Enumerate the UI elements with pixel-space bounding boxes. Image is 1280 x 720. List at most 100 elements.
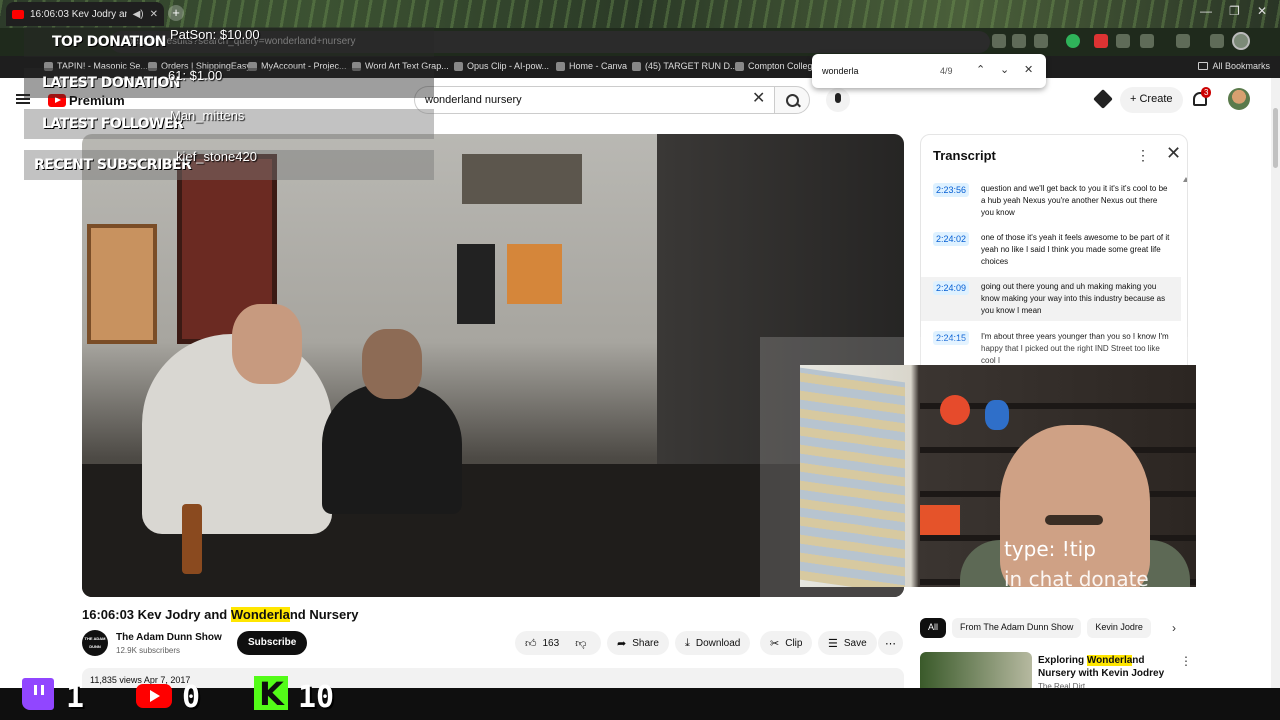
download-icon: ⤓ bbox=[685, 636, 690, 649]
clear-search-icon[interactable]: ✕ bbox=[752, 91, 765, 107]
page-scrollbar[interactable] bbox=[1271, 78, 1280, 688]
related-video-title[interactable]: Exploring Wonderland Nursery with Kevin … bbox=[1038, 654, 1178, 680]
youtube-viewer-count: 0 bbox=[182, 680, 201, 715]
premium-icon[interactable] bbox=[1093, 89, 1113, 109]
segment-timestamp[interactable]: 2:24:02 bbox=[933, 232, 970, 246]
extension-green-icon[interactable] bbox=[1066, 34, 1080, 48]
extension-icon[interactable] bbox=[1116, 34, 1130, 48]
download-button[interactable]: ⤓ Download bbox=[675, 631, 751, 655]
like-dislike-group: 👍︎ 163 👎︎ bbox=[515, 631, 601, 655]
chip-related[interactable]: Kevin Jodre bbox=[1087, 618, 1151, 638]
kick-viewer-count: 10 bbox=[298, 680, 335, 715]
title-part: nd Nursery bbox=[289, 607, 359, 622]
title-part: Exploring bbox=[1038, 655, 1087, 666]
video-scene-head bbox=[232, 304, 302, 384]
more-options-icon[interactable]: ⋮ bbox=[1180, 654, 1192, 668]
clip-button[interactable]: ✂ Clip bbox=[760, 631, 813, 655]
segment-timestamp[interactable]: 2:23:56 bbox=[933, 183, 970, 197]
window-close-icon[interactable]: ✕ bbox=[1257, 4, 1267, 18]
bookmark-favicon-icon bbox=[556, 61, 565, 71]
bookmark-item[interactable]: Compton College bbox=[735, 61, 818, 71]
chip-from-channel[interactable]: From The Adam Dunn Show bbox=[952, 618, 1082, 638]
bookmark-item[interactable]: (45) TARGET RUN D... bbox=[632, 61, 738, 71]
scrollbar-thumb[interactable] bbox=[1273, 108, 1278, 168]
subscribe-button[interactable]: Subscribe bbox=[237, 631, 308, 655]
video-scene-poster bbox=[87, 224, 157, 344]
recent-subscriber-value: kief_stone420 bbox=[176, 149, 257, 164]
user-avatar[interactable] bbox=[1228, 88, 1250, 110]
chevron-right-icon[interactable]: › bbox=[1172, 621, 1176, 635]
cast-icon[interactable] bbox=[992, 34, 1006, 48]
search-button[interactable] bbox=[774, 86, 810, 114]
search-input[interactable]: wonderland nursery bbox=[414, 86, 774, 114]
segment-text: question and we'll get back to you it it… bbox=[981, 184, 1168, 217]
microphone-icon[interactable] bbox=[826, 88, 850, 112]
transcript-segment-active[interactable]: 2:24:09 going out there young and uh mak… bbox=[921, 277, 1181, 321]
puzzle-icon[interactable] bbox=[1140, 34, 1154, 48]
channel-name[interactable]: The Adam Dunn Show bbox=[116, 632, 222, 643]
like-count[interactable]: 163 bbox=[543, 638, 560, 649]
find-previous-icon[interactable]: ⌃ bbox=[976, 63, 985, 76]
bookmark-star-icon[interactable] bbox=[1034, 34, 1048, 48]
video-scene-poster bbox=[507, 244, 562, 304]
find-input[interactable]: wonderla bbox=[822, 66, 859, 76]
bookmark-label: Compton College bbox=[748, 61, 818, 71]
find-match-count: 4/9 bbox=[940, 66, 953, 76]
sidebar-icon[interactable] bbox=[1176, 34, 1190, 48]
twitch-icon bbox=[22, 678, 54, 710]
reader-icon[interactable] bbox=[1012, 34, 1026, 48]
channel-avatar[interactable]: THE ADAM DUNN bbox=[82, 630, 108, 656]
profile-avatar[interactable] bbox=[1232, 32, 1250, 50]
latest-follower-label: LATEST FOLLOWER bbox=[42, 116, 184, 132]
create-button[interactable]: + Create bbox=[1120, 87, 1183, 113]
transcript-title: Transcript bbox=[933, 148, 996, 163]
bookmark-item[interactable]: Home - Canva bbox=[556, 61, 627, 71]
minimize-icon[interactable]: — bbox=[1200, 4, 1212, 18]
tab-close-icon[interactable]: ✕ bbox=[150, 9, 158, 20]
all-bookmarks-button[interactable]: All Bookmarks bbox=[1198, 61, 1270, 71]
more-options-icon[interactable]: ⋮ bbox=[1136, 147, 1150, 164]
segment-timestamp[interactable]: 2:24:09 bbox=[933, 281, 970, 295]
find-highlight: Wonderla bbox=[230, 607, 290, 622]
clip-label: Clip bbox=[785, 637, 803, 649]
bookmark-label: (45) TARGET RUN D... bbox=[645, 61, 738, 71]
subscriber-count: 12.9K subscribers bbox=[116, 646, 181, 655]
video-scene-head bbox=[362, 329, 422, 399]
maximize-icon[interactable]: ❐ bbox=[1229, 4, 1240, 18]
browser-tab[interactable]: 16:06:03 Kev Jodry and ◀) ✕ bbox=[6, 2, 164, 26]
share-label: Share bbox=[632, 637, 659, 649]
folder-icon bbox=[1198, 62, 1209, 70]
tab-title: 16:06:03 Kev Jodry and bbox=[30, 8, 127, 20]
youtube-favicon-icon bbox=[12, 9, 24, 19]
scroll-up-icon[interactable] bbox=[1183, 177, 1187, 182]
title-part: 16:06:03 Kev Jodry and bbox=[82, 607, 231, 622]
share-icon: ➦ bbox=[617, 637, 627, 650]
browser-tab-strip: 16:06:03 Kev Jodry and ◀) ✕ + — ❐ ✕ bbox=[0, 0, 1280, 28]
transcript-segment[interactable]: 2:24:02 one of those it's yeah it feels … bbox=[921, 228, 1181, 272]
bookmark-favicon-icon bbox=[454, 61, 463, 71]
more-actions-button[interactable]: ⋯ bbox=[878, 631, 903, 655]
find-close-icon[interactable]: ✕ bbox=[1024, 63, 1033, 76]
chip-all[interactable]: All bbox=[920, 618, 947, 638]
bookmark-favicon-icon bbox=[632, 61, 641, 71]
transcript-segment[interactable]: 2:23:56 question and we'll get back to y… bbox=[921, 179, 1181, 223]
find-next-icon[interactable]: ⌄ bbox=[1000, 63, 1009, 76]
dislike-icon[interactable]: 👎︎ bbox=[575, 637, 586, 650]
latest-follower-value: Man_mittens bbox=[170, 108, 245, 123]
download-icon[interactable] bbox=[1210, 34, 1224, 48]
webcam-scene-toy bbox=[985, 400, 1009, 430]
extension-red-icon[interactable] bbox=[1094, 34, 1108, 48]
new-tab-button[interactable]: + bbox=[168, 5, 184, 21]
segment-text: going out there young and uh making maki… bbox=[981, 282, 1166, 315]
latest-donation-value: 61: $1.00 bbox=[168, 68, 223, 83]
close-icon[interactable]: ✕ bbox=[1166, 143, 1181, 164]
video-scene-poster bbox=[457, 244, 495, 324]
bookmark-item[interactable]: Opus Clip - AI-pow... bbox=[454, 61, 549, 71]
like-icon[interactable]: 👍︎ bbox=[525, 637, 537, 650]
speaker-icon[interactable]: ◀) bbox=[133, 9, 144, 20]
save-button[interactable]: ☰ Save bbox=[818, 631, 877, 655]
share-button[interactable]: ➦ Share bbox=[607, 631, 669, 655]
save-label: Save bbox=[843, 637, 867, 649]
tabstrip-background bbox=[0, 0, 1280, 28]
webcam-scene-box bbox=[920, 505, 960, 535]
